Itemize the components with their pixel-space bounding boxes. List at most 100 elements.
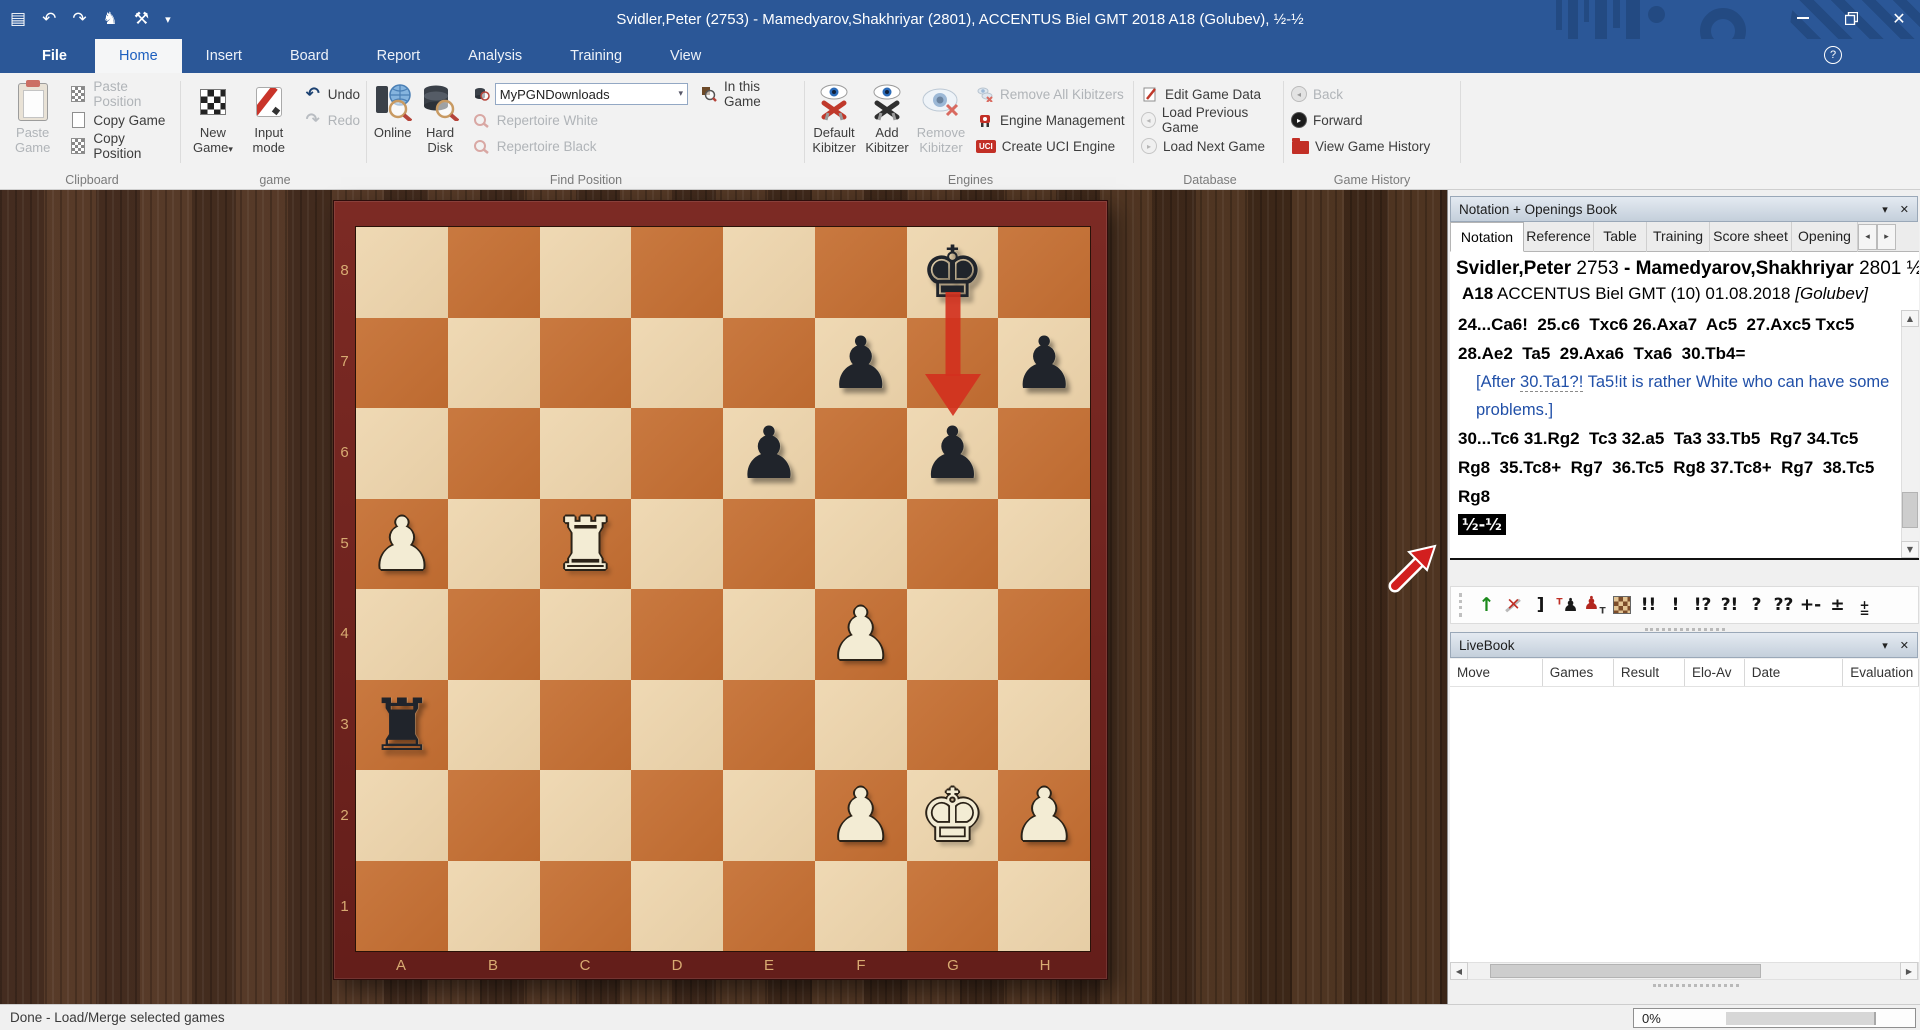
tab-insert[interactable]: Insert xyxy=(182,39,266,73)
forward-button[interactable]: ▸ Forward xyxy=(1287,107,1434,133)
tab-board[interactable]: Board xyxy=(266,39,353,73)
symbol-brilliant[interactable]: !! xyxy=(1635,595,1662,615)
square-h5[interactable] xyxy=(998,499,1090,590)
symbol-good[interactable]: ! xyxy=(1662,595,1689,615)
hard-disk-button[interactable]: Hard Disk xyxy=(417,81,462,155)
square-e1[interactable] xyxy=(723,861,815,952)
toolbar-options-icon[interactable]: ▾ xyxy=(165,14,171,25)
new-board-icon[interactable]: ▤ xyxy=(10,11,26,28)
square-h6[interactable] xyxy=(998,408,1090,499)
livebook-column-date[interactable]: Date xyxy=(1745,659,1843,686)
livebook-pane-header[interactable]: LiveBook ▾ ✕ xyxy=(1450,632,1918,658)
livebook-column-games[interactable]: Games xyxy=(1543,659,1614,686)
piece-white-pawn[interactable]: ♟ xyxy=(828,598,893,670)
symbol-interesting[interactable]: !? xyxy=(1689,595,1716,615)
repertoire-white-button[interactable]: Repertoire White xyxy=(469,107,802,133)
square-a7[interactable] xyxy=(356,318,448,409)
livebook-body[interactable] xyxy=(1450,687,1919,962)
square-b7[interactable] xyxy=(448,318,540,409)
collapse-icon[interactable]: ▾ xyxy=(1882,203,1888,216)
combo-dropdown-icon[interactable]: ▾ xyxy=(678,89,683,99)
input-mode-button[interactable]: Input mode xyxy=(242,81,296,155)
square-g8[interactable]: ♚ xyxy=(907,227,999,318)
square-h2[interactable]: ♟ xyxy=(998,770,1090,861)
new-game-button[interactable]: New Game▾ xyxy=(186,81,240,158)
promote-variation-icon[interactable]: ↑ xyxy=(1473,594,1500,616)
notation-tab-notation[interactable]: Notation xyxy=(1450,222,1524,252)
square-c3[interactable] xyxy=(540,680,632,771)
paste-game-button[interactable]: Paste Game xyxy=(6,81,59,155)
square-e8[interactable] xyxy=(723,227,815,318)
square-a1[interactable] xyxy=(356,861,448,952)
piece-black-pawn[interactable]: ♟ xyxy=(920,417,985,489)
square-a5[interactable]: ♟ xyxy=(356,499,448,590)
square-f8[interactable] xyxy=(815,227,907,318)
square-c5[interactable]: ♜ xyxy=(540,499,632,590)
undo-icon[interactable]: ↶ xyxy=(42,11,56,28)
delete-variation-icon[interactable]: ✕ xyxy=(1500,595,1527,615)
square-a2[interactable] xyxy=(356,770,448,861)
notation-tab-score-sheet[interactable]: Score sheet xyxy=(1710,222,1792,252)
end-variation-symbol[interactable]: ] xyxy=(1527,595,1554,615)
tab-file[interactable]: File xyxy=(14,39,95,73)
collapse-icon[interactable]: ▾ xyxy=(1882,639,1888,652)
online-button[interactable]: Online xyxy=(370,81,415,140)
scroll-right-icon[interactable]: ▶ xyxy=(1900,962,1918,980)
red-text-annotation-icon[interactable]: ♟T xyxy=(1581,593,1608,616)
diagram-annotation-icon[interactable] xyxy=(1608,595,1635,615)
tab-training[interactable]: Training xyxy=(546,39,646,73)
paste-position-button[interactable]: Paste Position xyxy=(65,81,178,107)
redo-button[interactable]: ↷ Redo xyxy=(300,107,364,133)
square-d3[interactable] xyxy=(631,680,723,771)
livebook-column-move[interactable]: Move xyxy=(1450,659,1543,686)
square-h4[interactable] xyxy=(998,589,1090,680)
view-game-history-button[interactable]: View Game History xyxy=(1287,133,1434,159)
square-e7[interactable] xyxy=(723,318,815,409)
square-a4[interactable] xyxy=(356,589,448,680)
tab-report[interactable]: Report xyxy=(353,39,445,73)
remove-kibitzer-button[interactable]: Remove Kibitzer xyxy=(914,81,968,155)
piece-black-pawn[interactable]: ♟ xyxy=(1012,327,1077,399)
engine-management-button[interactable]: Engine Management xyxy=(972,107,1129,133)
create-uci-engine-button[interactable]: UCI Create UCI Engine xyxy=(972,133,1129,159)
square-h1[interactable] xyxy=(998,861,1090,952)
tab-home[interactable]: Home xyxy=(95,39,182,73)
notation-pane-header[interactable]: Notation + Openings Book ▾ ✕ xyxy=(1450,196,1918,222)
square-g3[interactable] xyxy=(907,680,999,771)
tab-view[interactable]: View xyxy=(646,39,725,73)
square-c6[interactable] xyxy=(540,408,632,499)
square-g4[interactable] xyxy=(907,589,999,680)
square-f7[interactable]: ♟ xyxy=(815,318,907,409)
help-icon[interactable]: ? xyxy=(1824,46,1842,64)
piece-white-pawn[interactable]: ♟ xyxy=(828,779,893,851)
square-g7[interactable] xyxy=(907,318,999,409)
scroll-left-icon[interactable]: ◀ xyxy=(1450,962,1468,980)
load-next-game-button[interactable]: ▸ Load Next Game xyxy=(1137,133,1283,159)
edit-game-data-button[interactable]: Edit Game Data xyxy=(1137,81,1283,107)
piece-black-rook[interactable]: ♜ xyxy=(370,689,435,761)
square-e3[interactable] xyxy=(723,680,815,771)
minimize-button[interactable] xyxy=(1788,6,1818,30)
livebook-hscrollbar-thumb[interactable] xyxy=(1490,964,1761,978)
load-previous-game-button[interactable]: ◂ Load Previous Game xyxy=(1137,107,1283,133)
add-kibitzer-button[interactable]: Add Kibitzer xyxy=(862,81,912,155)
square-a3[interactable]: ♜ xyxy=(356,680,448,771)
square-g6[interactable]: ♟ xyxy=(907,408,999,499)
variation-text[interactable]: [After 30.Ta1?! Ta5!it is rather White w… xyxy=(1458,368,1895,424)
square-d2[interactable] xyxy=(631,770,723,861)
copy-position-button[interactable]: Copy Position xyxy=(65,133,178,159)
tab-scroll-left-icon[interactable]: ◂ xyxy=(1858,224,1877,250)
square-a6[interactable] xyxy=(356,408,448,499)
livebook-column-evaluation[interactable]: Evaluation xyxy=(1843,659,1919,686)
tools-icon[interactable]: ⚒ xyxy=(134,11,149,28)
redo-icon[interactable]: ↷ xyxy=(72,11,86,28)
livebook-column-result[interactable]: Result xyxy=(1614,659,1685,686)
square-b5[interactable] xyxy=(448,499,540,590)
default-kibitzer-button[interactable]: Default Kibitzer xyxy=(808,81,860,155)
square-g1[interactable] xyxy=(907,861,999,952)
close-pane-icon[interactable]: ✕ xyxy=(1900,639,1909,652)
copy-game-button[interactable]: Copy Game xyxy=(65,107,178,133)
square-f4[interactable]: ♟ xyxy=(815,589,907,680)
square-h7[interactable]: ♟ xyxy=(998,318,1090,409)
square-b8[interactable] xyxy=(448,227,540,318)
